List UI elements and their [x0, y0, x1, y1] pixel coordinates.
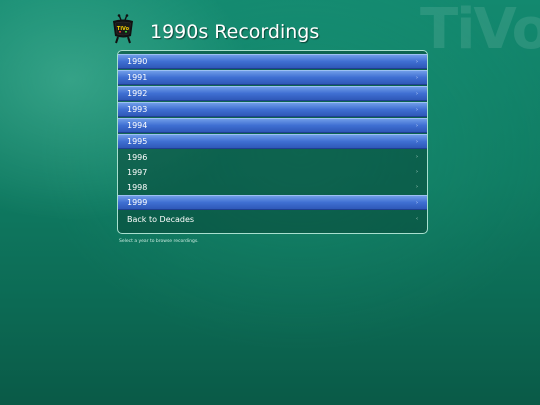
year-menu: 1990 › 1991 › 1992 › 1993 › 1994 › 1995 …	[117, 50, 428, 234]
menu-item-label: 1992	[127, 89, 148, 98]
menu-item-label: 1991	[127, 73, 148, 82]
menu-item-label: Back to Decades	[127, 214, 195, 224]
menu-item-label: 1994	[127, 121, 148, 130]
menu-item-label: 1997	[127, 167, 148, 177]
menu-item-1996[interactable]: 1996 ›	[118, 150, 427, 164]
chevron-right-icon: ›	[416, 184, 418, 190]
menu-item-1990[interactable]: 1990 ›	[118, 54, 427, 69]
menu-item-label: 1993	[127, 105, 148, 114]
tivo-watermark: TiVo	[420, 0, 540, 62]
chevron-right-icon: ›	[416, 199, 418, 206]
menu-item-1999[interactable]: 1999 ›	[118, 195, 427, 210]
menu-item-1992[interactable]: 1992 ›	[118, 86, 427, 101]
chevron-right-icon: ›	[416, 169, 418, 175]
chevron-right-icon: ›	[416, 138, 418, 145]
menu-item-1998[interactable]: 1998 ›	[118, 180, 427, 194]
chevron-right-icon: ›	[416, 122, 418, 129]
chevron-right-icon: ›	[416, 154, 418, 160]
back-to-decades-item[interactable]: Back to Decades ‹	[118, 212, 427, 226]
tivo-mascot-icon: TiVo	[113, 14, 133, 44]
menu-item-1995[interactable]: 1995 ›	[118, 134, 427, 149]
chevron-left-icon: ‹	[416, 216, 418, 222]
menu-item-label: 1990	[127, 57, 148, 66]
menu-item-1997[interactable]: 1997 ›	[118, 165, 427, 179]
menu-item-label: 1999	[127, 198, 148, 207]
svg-text:TiVo: TiVo	[117, 26, 130, 32]
chevron-right-icon: ›	[416, 74, 418, 81]
page-title: 1990s Recordings	[150, 21, 320, 43]
menu-item-label: 1996	[127, 152, 148, 162]
menu-item-label: 1998	[127, 182, 148, 192]
menu-item-label: 1995	[127, 137, 148, 146]
chevron-right-icon: ›	[416, 106, 418, 113]
menu-item-1991[interactable]: 1991 ›	[118, 70, 427, 85]
help-hint: Select a year to browse recordings.	[119, 239, 199, 244]
chevron-right-icon: ›	[416, 90, 418, 97]
menu-item-1993[interactable]: 1993 ›	[118, 102, 427, 117]
chevron-right-icon: ›	[416, 58, 418, 65]
menu-item-1994[interactable]: 1994 ›	[118, 118, 427, 133]
